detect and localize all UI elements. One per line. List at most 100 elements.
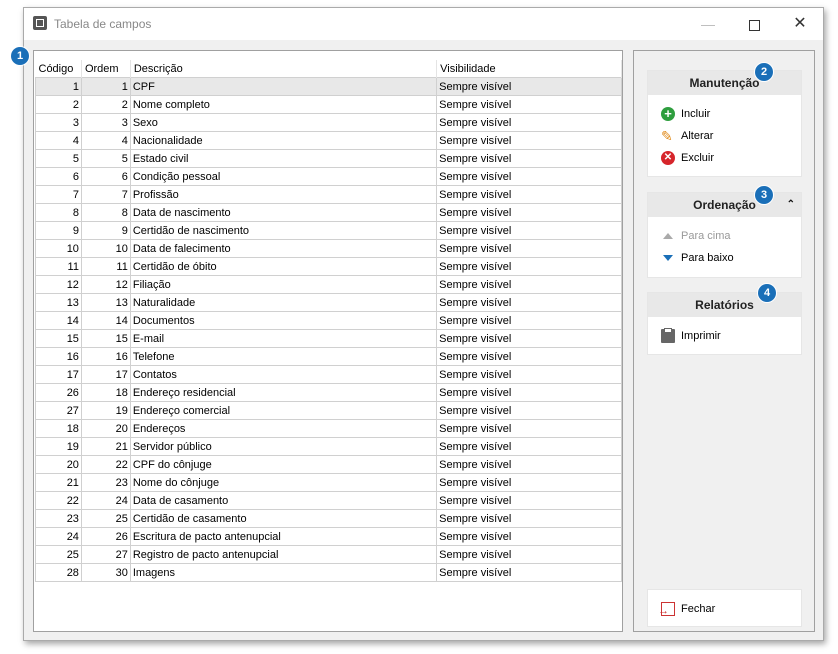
column-header-visibilidade[interactable]: Visibilidade bbox=[436, 60, 622, 78]
table-row[interactable]: 1 1 CPF Sempre visível bbox=[35, 77, 622, 96]
column-header-codigo[interactable]: Código bbox=[35, 60, 82, 78]
table-row[interactable]: 16 16 Telefone Sempre visível bbox=[35, 347, 622, 366]
table-row[interactable]: 26 18 Endereço residencial Sempre visível bbox=[35, 383, 622, 402]
column-header-descricao[interactable]: Descrição bbox=[130, 60, 438, 78]
table-row[interactable]: 11 11 Certidão de óbito Sempre visível bbox=[35, 257, 622, 276]
cell-visibilidade: Sempre visível bbox=[436, 455, 622, 474]
cell-codigo: 23 bbox=[35, 509, 82, 528]
cell-descricao: E-mail bbox=[129, 329, 438, 348]
cell-descricao: Endereços bbox=[129, 419, 438, 438]
cell-codigo: 22 bbox=[35, 491, 82, 510]
fields-grid-panel: Código Ordem Descrição Visibilidade 1 1 CP… bbox=[33, 50, 623, 632]
cell-ordem: 8 bbox=[80, 203, 131, 222]
callout-badge-2: 2 bbox=[755, 63, 773, 81]
maximize-button[interactable] bbox=[731, 8, 777, 40]
table-row[interactable]: 10 10 Data de falecimento Sempre visível bbox=[35, 239, 622, 258]
table-row[interactable]: 17 17 Contatos Sempre visível bbox=[35, 365, 622, 384]
table-row[interactable]: 15 15 E-mail Sempre visível bbox=[35, 329, 622, 348]
cell-descricao: Certidão de nascimento bbox=[129, 221, 438, 240]
table-row[interactable]: 2 2 Nome completo Sempre visível bbox=[35, 95, 622, 114]
cell-visibilidade: Sempre visível bbox=[436, 95, 622, 114]
table-row[interactable]: 18 20 Endereços Sempre visível bbox=[35, 419, 622, 438]
column-header-ordem[interactable]: Ordem bbox=[81, 60, 131, 78]
cell-descricao: Certidão de óbito bbox=[129, 257, 438, 276]
cell-descricao: Nacionalidade bbox=[129, 131, 438, 150]
callout-badge-1: 1 bbox=[11, 47, 29, 65]
cell-ordem: 14 bbox=[80, 311, 131, 330]
alterar-label: Alterar bbox=[681, 130, 714, 142]
cell-visibilidade: Sempre visível bbox=[436, 509, 622, 528]
table-row[interactable]: 22 24 Data de casamento Sempre visível bbox=[35, 491, 622, 510]
table-row[interactable]: 7 7 Profissão Sempre visível bbox=[35, 185, 622, 204]
table-row[interactable]: 9 9 Certidão de nascimento Sempre visível bbox=[35, 221, 622, 240]
table-row[interactable]: 20 22 CPF do cônjuge Sempre visível bbox=[35, 455, 622, 474]
cell-descricao: Imagens bbox=[129, 563, 438, 582]
minimize-button[interactable]: — bbox=[685, 8, 731, 40]
table-row[interactable]: 23 25 Certidão de casamento Sempre visível bbox=[35, 509, 622, 528]
table-row[interactable]: 19 21 Servidor público Sempre visível bbox=[35, 437, 622, 456]
excluir-button[interactable]: ✕ Excluir bbox=[648, 147, 801, 169]
cell-descricao: Sexo bbox=[129, 113, 438, 132]
cell-ordem: 20 bbox=[80, 419, 131, 438]
cell-visibilidade: Sempre visível bbox=[436, 275, 622, 294]
table-row[interactable]: 21 23 Nome do cônjuge Sempre visível bbox=[35, 473, 622, 492]
cell-visibilidade: Sempre visível bbox=[436, 473, 622, 492]
incluir-button[interactable]: + Incluir bbox=[648, 103, 801, 125]
app-icon bbox=[33, 16, 47, 30]
table-row[interactable]: 8 8 Data de nascimento Sempre visível bbox=[35, 203, 622, 222]
table-header-row: Código Ordem Descrição Visibilidade bbox=[35, 60, 622, 78]
window-title: Tabela de campos bbox=[54, 17, 152, 31]
exit-icon bbox=[658, 600, 675, 622]
fechar-button[interactable]: Fechar bbox=[648, 598, 801, 622]
alterar-button[interactable]: ✎ Alterar bbox=[648, 125, 801, 147]
cell-descricao: Data de nascimento bbox=[129, 203, 438, 222]
table-row[interactable]: 28 30 Imagens Sempre visível bbox=[35, 563, 622, 582]
cell-codigo: 2 bbox=[35, 95, 82, 114]
table-row[interactable]: 6 6 Condição pessoal Sempre visível bbox=[35, 167, 622, 186]
chevron-double-up-icon[interactable]: ⌃ bbox=[787, 193, 795, 217]
cell-visibilidade: Sempre visível bbox=[436, 437, 622, 456]
cell-codigo: 18 bbox=[35, 419, 82, 438]
cell-codigo: 20 bbox=[35, 455, 82, 474]
para-baixo-button[interactable]: Para baixo bbox=[648, 247, 801, 269]
table-row[interactable]: 14 14 Documentos Sempre visível bbox=[35, 311, 622, 330]
para-cima-button[interactable]: Para cima bbox=[648, 225, 801, 247]
cell-ordem: 18 bbox=[80, 383, 131, 402]
imprimir-button[interactable]: Imprimir bbox=[648, 325, 801, 347]
cell-descricao: Escritura de pacto antenupcial bbox=[129, 527, 438, 546]
cell-codigo: 19 bbox=[35, 437, 82, 456]
table-row[interactable]: 25 27 Registro de pacto antenupcial Sempre … bbox=[35, 545, 622, 564]
cell-ordem: 15 bbox=[80, 329, 131, 348]
close-button[interactable]: ✕ bbox=[777, 8, 823, 40]
table-row[interactable]: 4 4 Nacionalidade Sempre visível bbox=[35, 131, 622, 150]
cell-visibilidade: Sempre visível bbox=[436, 239, 622, 258]
cell-ordem: 6 bbox=[80, 167, 131, 186]
table-row[interactable]: 5 5 Estado civil Sempre visível bbox=[35, 149, 622, 168]
cell-ordem: 4 bbox=[80, 131, 131, 150]
table-row[interactable]: 3 3 Sexo Sempre visível bbox=[35, 113, 622, 132]
cell-codigo: 12 bbox=[35, 275, 82, 294]
table-row[interactable]: 24 26 Escritura de pacto antenupcial Sempre… bbox=[35, 527, 622, 546]
table-row[interactable]: 12 12 Filiação Sempre visível bbox=[35, 275, 622, 294]
cell-descricao: Endereço comercial bbox=[129, 401, 438, 420]
cell-codigo: 24 bbox=[35, 527, 82, 546]
cell-descricao: Profissão bbox=[129, 185, 438, 204]
ordenacao-header[interactable]: Ordenação ⌃ bbox=[648, 193, 801, 217]
cell-ordem: 16 bbox=[80, 347, 131, 366]
add-icon: + bbox=[661, 107, 675, 121]
table-body: 1 1 CPF Sempre visível 2 2 Nome completo Sempre… bbox=[35, 77, 622, 582]
cell-visibilidade: Sempre visível bbox=[436, 311, 622, 330]
cell-visibilidade: Sempre visível bbox=[436, 383, 622, 402]
excluir-label: Excluir bbox=[681, 152, 715, 164]
para-baixo-label: Para baixo bbox=[681, 252, 734, 264]
cell-ordem: 21 bbox=[80, 437, 131, 456]
cell-ordem: 26 bbox=[80, 527, 131, 546]
ordenacao-group: Ordenação ⌃ Para cima Para baixo bbox=[647, 192, 802, 278]
table-row[interactable]: 27 19 Endereço comercial Sempre visível bbox=[35, 401, 622, 420]
table-row[interactable]: 13 13 Naturalidade Sempre visível bbox=[35, 293, 622, 312]
incluir-label: Incluir bbox=[681, 108, 711, 120]
cell-ordem: 11 bbox=[80, 257, 131, 276]
cell-codigo: 10 bbox=[35, 239, 82, 258]
cell-visibilidade: Sempre visível bbox=[436, 545, 622, 564]
cell-visibilidade: Sempre visível bbox=[436, 401, 622, 420]
